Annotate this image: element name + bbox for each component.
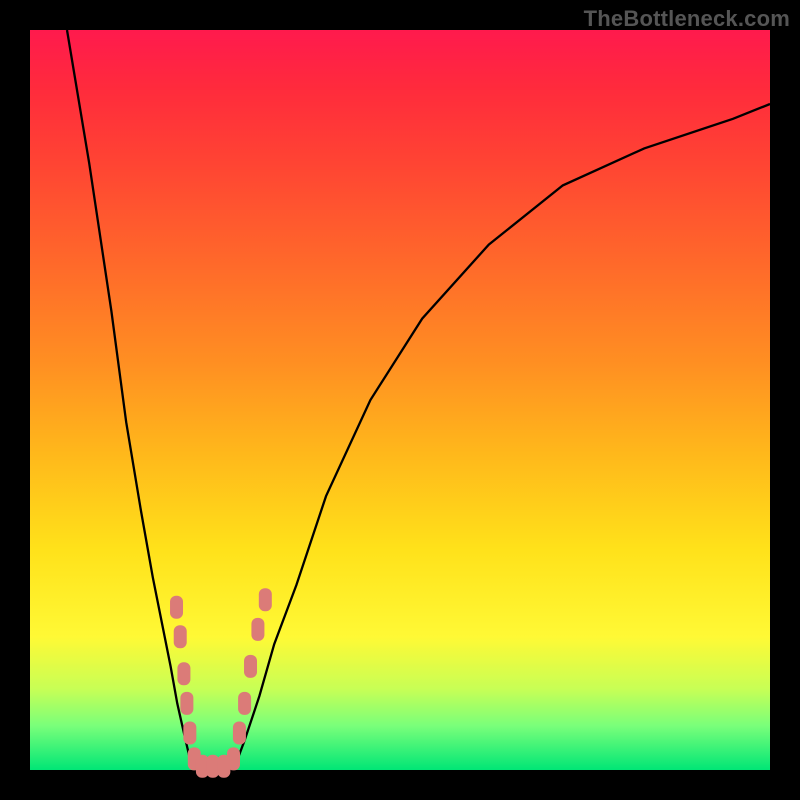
bottleneck-curve — [67, 30, 770, 770]
watermark-text: TheBottleneck.com — [584, 6, 790, 32]
data-marker — [244, 655, 257, 678]
data-marker — [227, 747, 240, 770]
data-marker — [238, 692, 251, 715]
data-marker — [174, 625, 187, 648]
data-marker — [259, 588, 272, 611]
data-marker — [233, 722, 246, 745]
chart-frame: TheBottleneck.com — [0, 0, 800, 800]
data-marker — [177, 662, 190, 685]
data-marker — [206, 755, 219, 778]
data-marker — [180, 692, 193, 715]
plot-area — [30, 30, 770, 770]
curve-layer — [30, 30, 770, 770]
data-marker — [183, 722, 196, 745]
data-marker — [251, 618, 264, 641]
data-marker — [170, 596, 183, 619]
